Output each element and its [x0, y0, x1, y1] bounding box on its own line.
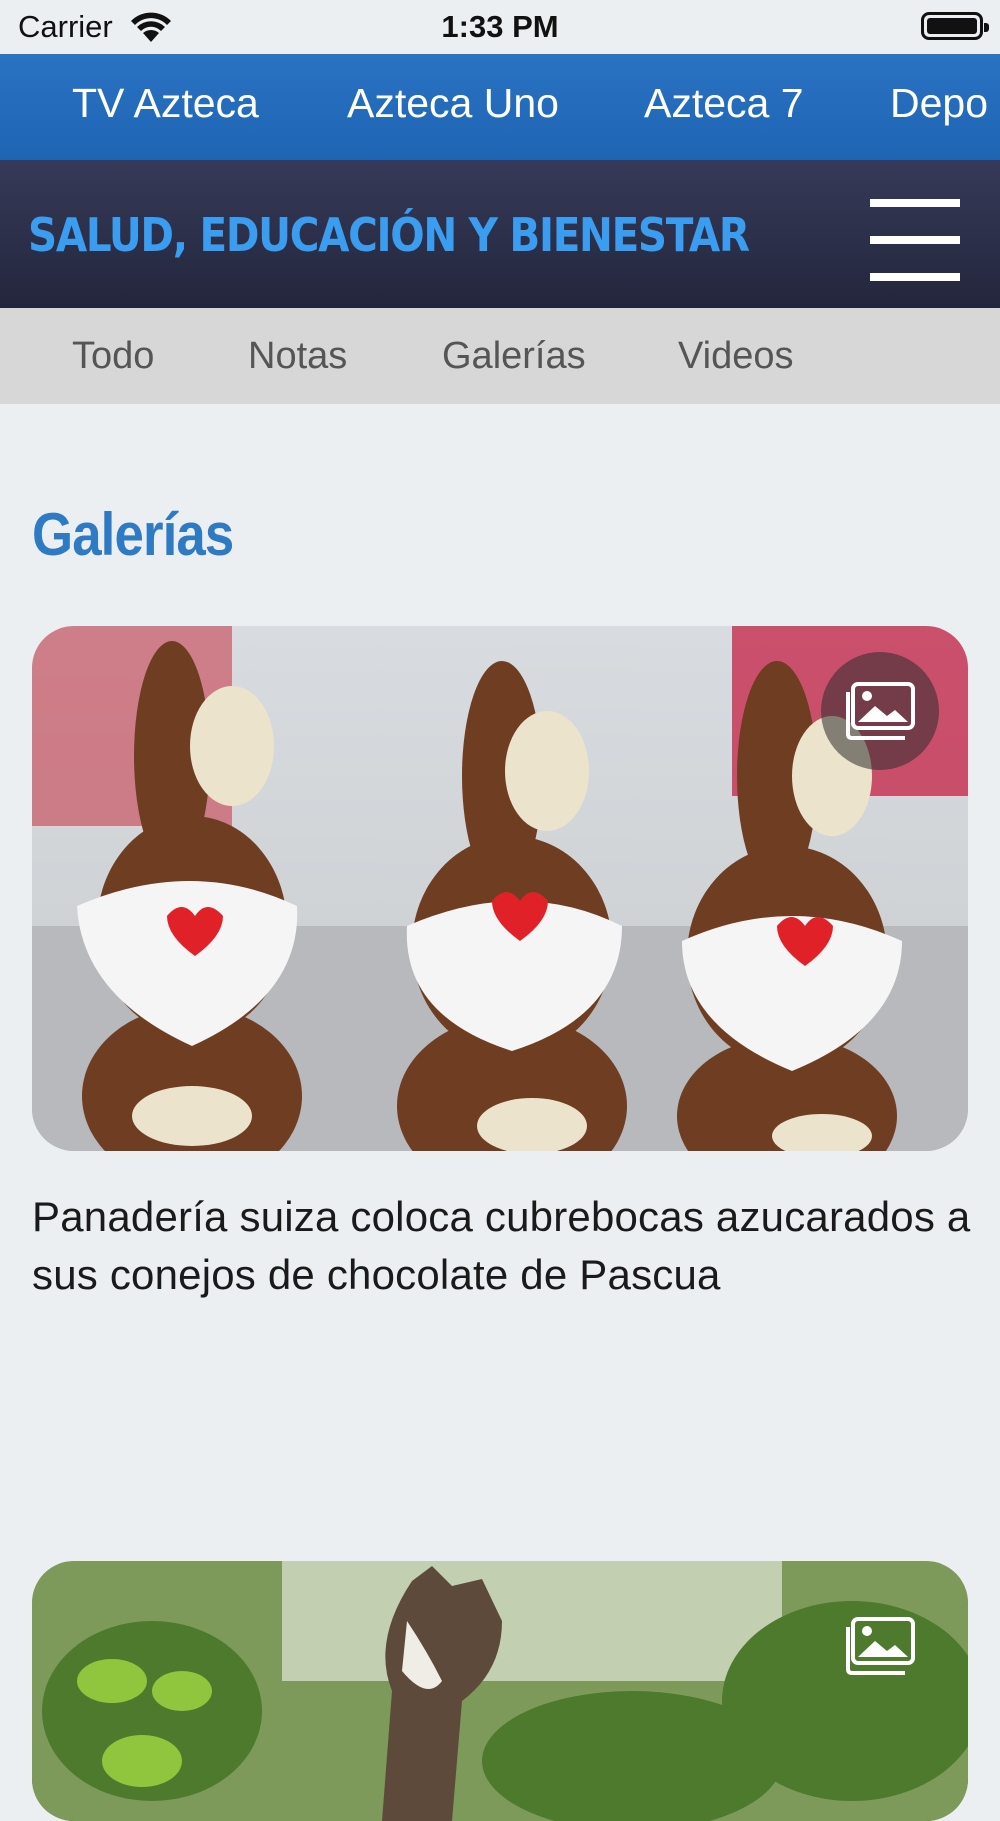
- card-image[interactable]: [32, 626, 968, 1151]
- hamburger-icon[interactable]: [870, 199, 960, 281]
- gallery-icon: [846, 1617, 915, 1675]
- status-bar: Carrier 1:33 PM: [0, 0, 1000, 54]
- battery-icon: [921, 12, 989, 40]
- status-time: 1:33 PM: [441, 9, 559, 44]
- tab-galerias[interactable]: Galerías: [442, 335, 586, 378]
- section-title: SALUD, EDUCACIÓN Y BIENESTAR: [28, 208, 750, 262]
- channel-nav: TV Azteca Azteca Uno Azteca 7 Depo: [0, 54, 1000, 160]
- tab-todo[interactable]: Todo: [72, 335, 154, 378]
- card-image[interactable]: [32, 1561, 968, 1821]
- tab-notas[interactable]: Notas: [248, 335, 347, 378]
- tab-videos[interactable]: Videos: [678, 335, 794, 378]
- section-header: SALUD, EDUCACIÓN Y BIENESTAR: [0, 160, 1000, 308]
- channel-deportes[interactable]: Depo: [890, 80, 988, 127]
- gallery-badge[interactable]: [821, 1587, 939, 1705]
- channel-tv-azteca[interactable]: TV Azteca: [72, 80, 259, 127]
- filter-tabs: Todo Notas Galerías Videos: [0, 308, 1000, 404]
- page-heading: Galerías: [32, 501, 234, 568]
- gallery-icon: [846, 682, 915, 740]
- lynx-forest-photo: [32, 1561, 968, 1821]
- gallery-badge[interactable]: [821, 652, 939, 770]
- card-title[interactable]: Panadería suiza coloca cubrebocas azucar…: [32, 1188, 972, 1304]
- channel-azteca-7[interactable]: Azteca 7: [644, 80, 804, 127]
- channel-azteca-uno[interactable]: Azteca Uno: [347, 80, 559, 127]
